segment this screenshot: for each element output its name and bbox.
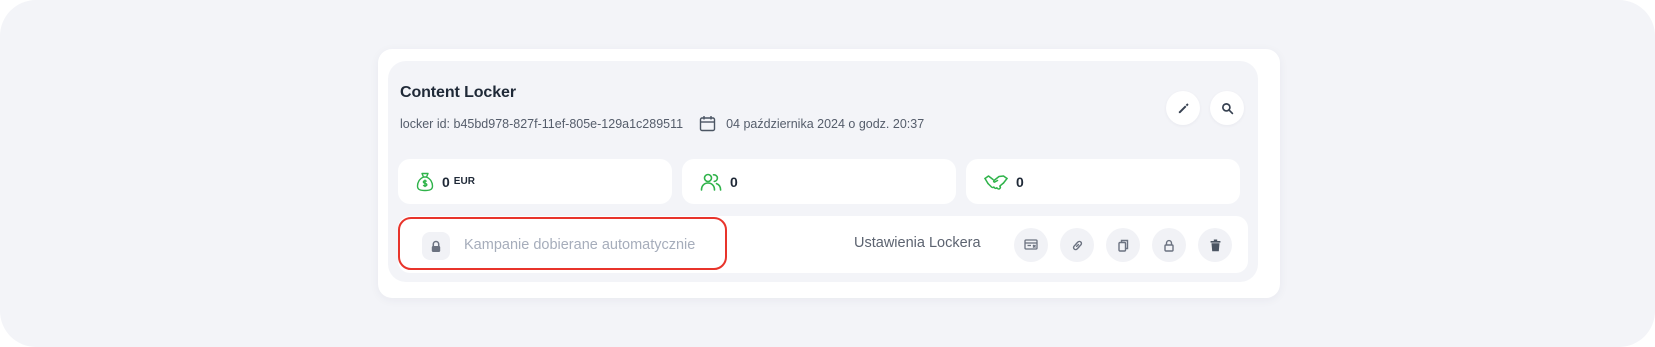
locker-title: Content Locker [400, 84, 516, 101]
lock-icon [1163, 239, 1175, 252]
stat-users: 0 [682, 159, 956, 204]
copy-link-button[interactable] [1060, 228, 1094, 262]
trash-icon [1210, 239, 1221, 252]
lock-icon [430, 240, 442, 253]
campaign-lock-badge [422, 232, 450, 260]
stat-deals: 0 [966, 159, 1240, 204]
money-bag-icon [416, 172, 434, 192]
preview-icon [1024, 238, 1038, 252]
users-value: 0 [730, 173, 738, 190]
locker-settings-label: Ustawienia Lockera [854, 235, 981, 251]
users-icon [700, 172, 722, 192]
campaign-mode-highlight[interactable]: Kampanie dobierane automatycznie [398, 217, 727, 270]
campaign-mode-label: Kampanie dobierane automatycznie [464, 237, 696, 253]
locker-card: Content Locker locker id: b45bd978-827f-… [378, 49, 1280, 298]
stat-revenue: 0 EUR [398, 159, 672, 204]
locker-id: locker id: b45bd978-827f-11ef-805e-129a1… [400, 116, 684, 131]
locker-actions-bar: Kampanie dobierane automatycznie Ustawie… [398, 216, 1248, 273]
edit-icon [1177, 102, 1190, 115]
lock-button[interactable] [1152, 228, 1186, 262]
edit-button[interactable] [1166, 91, 1200, 125]
calendar-icon [699, 115, 716, 132]
page-background: Content Locker locker id: b45bd978-827f-… [0, 0, 1655, 347]
search-icon [1221, 102, 1234, 115]
locker-meta: locker id: b45bd978-827f-11ef-805e-129a1… [400, 115, 924, 132]
deals-value: 0 [1016, 173, 1024, 190]
revenue-unit: EUR [453, 176, 475, 187]
search-button[interactable] [1210, 91, 1244, 125]
locker-created-date: 04 października 2024 o godz. 20:37 [726, 116, 925, 131]
link-icon [1071, 239, 1084, 252]
duplicate-button[interactable] [1106, 228, 1140, 262]
locker-card-body: Content Locker locker id: b45bd978-827f-… [388, 61, 1258, 282]
handshake-icon [984, 173, 1008, 191]
delete-button[interactable] [1198, 228, 1232, 262]
revenue-value: 0 [442, 173, 450, 190]
preview-button[interactable] [1014, 228, 1048, 262]
copy-icon [1117, 239, 1129, 252]
